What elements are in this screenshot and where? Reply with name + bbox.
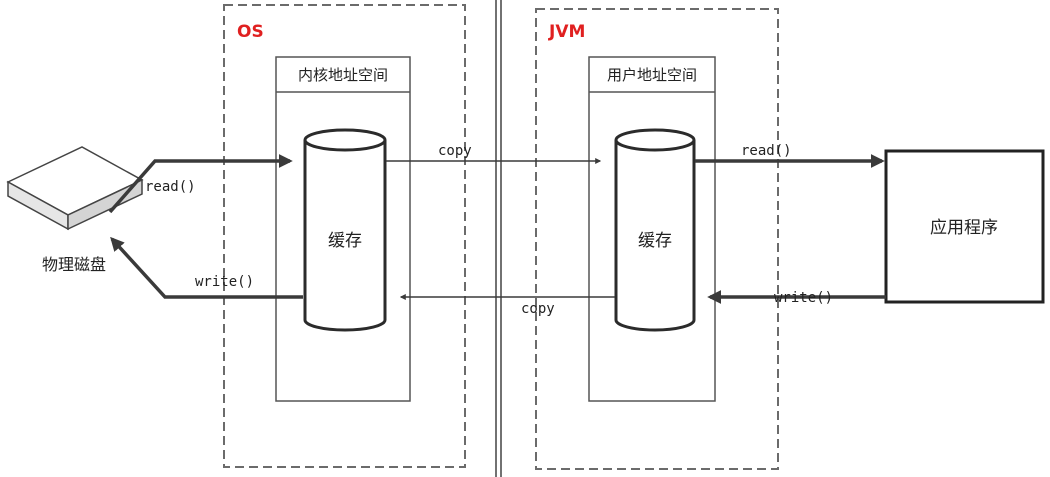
application-label: 应用程序 [930,218,998,238]
io-diagram: OS JVM 内核地址空间 用户地址空间 缓存 缓存 物理磁盘 应用程序 rea… [6,0,1045,477]
disk-write-label: write() [195,274,254,290]
kernel-space-label: 内核地址空间 [298,66,388,84]
physical-disk: 物理磁盘 [6,146,144,274]
os-cache-cylinder: 缓存 [303,128,387,332]
os-zone-label: OS [237,22,264,42]
copy-to-user-label: copy [438,143,472,159]
os-cache-label: 缓存 [328,231,362,251]
jvm-zone-label: JVM [548,22,585,42]
disk-read-label: read() [145,179,196,195]
app-read-label: read() [741,143,792,159]
physical-disk-label: 物理磁盘 [42,255,106,274]
jvm-cache-cylinder: 缓存 [614,128,696,332]
os-jvm-boundary [495,0,502,477]
user-space-label: 用户地址空间 [607,66,697,84]
app-write-label: write() [774,290,833,306]
copy-to-kernel-label: copy [521,301,555,317]
jvm-cache-label: 缓存 [638,231,672,251]
